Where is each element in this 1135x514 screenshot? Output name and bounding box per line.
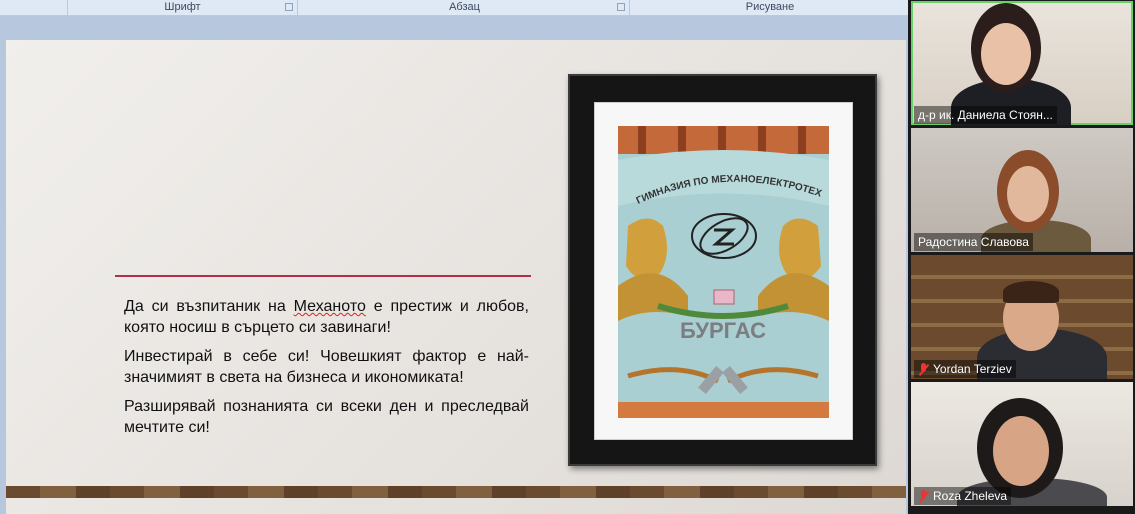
ribbon-group-font[interactable]: Шрифт <box>68 0 298 15</box>
school-banner-photo: ГИМНАЗИЯ ПО МЕХАНОЕЛЕКТРОТЕХ БУРГАС <box>618 126 829 418</box>
microphone-muted-icon <box>918 362 929 376</box>
picture-mat: ГИМНАЗИЯ ПО МЕХАНОЕЛЕКТРОТЕХ БУРГАС <box>594 102 853 440</box>
ribbon-group-drawing-label: Рисуване <box>745 1 795 13</box>
slide-paragraph-1: Да си възпитаник на Механото е престиж и… <box>124 296 529 338</box>
participant-2-face <box>1007 166 1049 222</box>
participant-3-name-label: Yordan Terziev <box>914 360 1016 378</box>
participant-tile-3[interactable]: Yordan Terziev <box>911 255 1133 379</box>
slide-paragraph-2: Инвестирай в себе си! Човешкият фактор е… <box>124 348 529 386</box>
participant-3-hair <box>1003 281 1059 303</box>
participant-tile-2[interactable]: Радостина Славова <box>911 128 1133 252</box>
slide-floor-decoration <box>6 486 906 498</box>
ribbon-group-clipboard <box>0 0 68 15</box>
participant-4-name: Roza Zheleva <box>933 489 1008 503</box>
slide-body-text[interactable]: Да си възпитаник на Механото е престиж и… <box>124 296 529 446</box>
participant-1-name: д-р ик. Даниела Стоян... <box>918 108 1053 122</box>
paragraph-1-text-start: Да си възпитаник на <box>124 298 294 315</box>
ribbon-group-paragraph-label: Абзац <box>449 1 480 13</box>
ribbon-group-drawing[interactable]: Рисуване <box>632 0 908 15</box>
participant-tile-4[interactable]: Roza Zheleva <box>911 382 1133 506</box>
participant-3-name: Yordan Terziev <box>933 362 1012 376</box>
framed-picture[interactable]: ГИМНАЗИЯ ПО МЕХАНОЕЛЕКТРОТЕХ БУРГАС <box>568 74 877 466</box>
participant-1-face <box>981 23 1031 85</box>
banner-city-text: БУРГАС <box>680 318 766 343</box>
accent-divider-line <box>115 275 531 277</box>
participant-4-name-label: Roza Zheleva <box>914 487 1012 505</box>
slide-paragraph-3: Разширявай познанията си всеки ден и пре… <box>124 398 529 436</box>
participant-2-name-label: Радостина Славова <box>914 233 1033 251</box>
participant-1-name-label: д-р ик. Даниела Стоян... <box>914 106 1057 124</box>
participant-4-face <box>993 416 1049 486</box>
paragraph-dialog-launcher-icon[interactable] <box>617 3 625 11</box>
ribbon-group-paragraph[interactable]: Абзац <box>300 0 630 15</box>
participant-tile-1[interactable]: д-р ик. Даниела Стоян... <box>911 1 1133 125</box>
font-dialog-launcher-icon[interactable] <box>285 3 293 11</box>
misspelled-word[interactable]: Механото <box>294 298 366 315</box>
participant-2-name: Радостина Славова <box>918 235 1029 249</box>
participants-panel: д-р ик. Даниела Стоян... Радостина Славо… <box>908 0 1135 514</box>
microphone-muted-icon <box>918 489 929 503</box>
ribbon-group-labels: Шрифт Абзац Рисуване <box>0 0 908 16</box>
ribbon-group-font-label: Шрифт <box>164 1 201 13</box>
